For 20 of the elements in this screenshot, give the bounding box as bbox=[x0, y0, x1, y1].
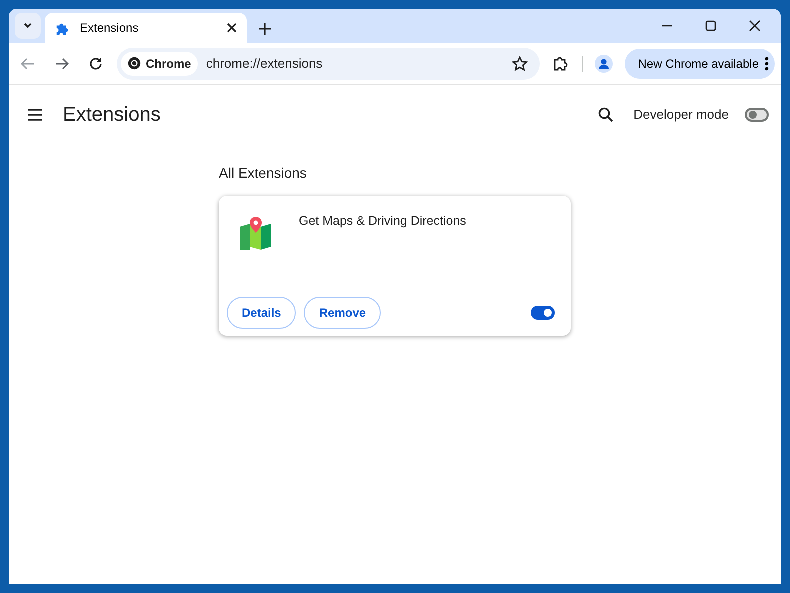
section-title: All Extensions bbox=[219, 164, 308, 183]
map-icon bbox=[239, 216, 273, 250]
more-icon[interactable] bbox=[765, 56, 769, 70]
chrome-logo-icon bbox=[128, 57, 141, 70]
close-icon[interactable] bbox=[227, 23, 237, 33]
chevron-down-icon bbox=[23, 21, 33, 31]
tab-list-button[interactable] bbox=[15, 13, 41, 39]
url-text: chrome://extensions bbox=[206, 54, 324, 73]
extension-action-button[interactable]: Remove bbox=[304, 297, 382, 329]
extension-name: Get Maps & Driving Directions bbox=[299, 213, 466, 230]
site-chip[interactable]: Chrome bbox=[121, 52, 198, 76]
extension-toggle[interactable] bbox=[531, 306, 555, 320]
page-title: Extensions bbox=[63, 103, 161, 128]
developer-mode-toggle[interactable] bbox=[745, 108, 769, 122]
developer-mode-label: Developer mode bbox=[634, 106, 729, 124]
star-icon[interactable] bbox=[512, 56, 528, 72]
update-button[interactable]: New Chrome available bbox=[625, 48, 775, 78]
address-bar[interactable]: Chrome chrome://extensions bbox=[117, 48, 540, 80]
extension-action-button[interactable]: Details bbox=[227, 297, 296, 329]
browser-tab[interactable]: Extensions bbox=[45, 13, 247, 43]
